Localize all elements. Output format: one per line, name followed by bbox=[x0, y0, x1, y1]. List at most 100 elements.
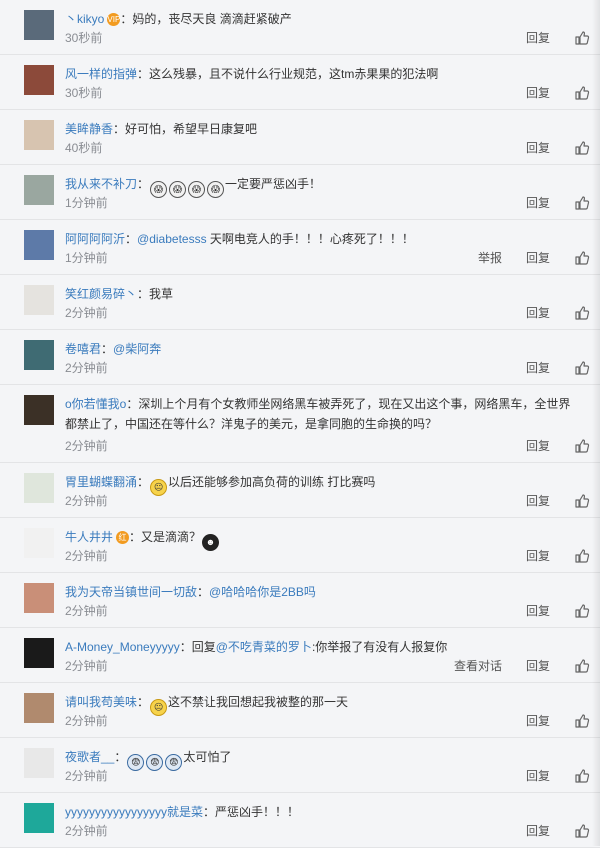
separator: ： bbox=[137, 475, 150, 489]
username-link[interactable]: 牛人井井 bbox=[65, 530, 113, 544]
avatar[interactable] bbox=[24, 803, 54, 833]
avatar[interactable] bbox=[24, 120, 54, 150]
username-link[interactable]: 风一样的指弹 bbox=[65, 67, 137, 81]
username-link[interactable]: 美眸静香 bbox=[65, 122, 113, 136]
thumbs-up-icon[interactable] bbox=[574, 548, 590, 564]
separator: ： bbox=[137, 695, 150, 709]
thumbs-up-icon[interactable] bbox=[574, 360, 590, 376]
comment-item: 我为天帝当镇世间一切敌：@哈哈哈你是2BB吗 2分钟前 回复 bbox=[0, 573, 600, 628]
thumbs-up-icon[interactable] bbox=[574, 438, 590, 454]
comment-item: 阿阿阿阿沂：@diabetesss 天啊电竞人的手！！！心疼死了！！！ 1分钟前 举… bbox=[0, 220, 600, 275]
comment-body: 严惩凶手！！！ bbox=[215, 805, 300, 819]
comment-text: 美眸静香：好可怕，希望早日康复吧 bbox=[65, 119, 580, 139]
mention-link[interactable]: @柴阿奔 bbox=[113, 342, 161, 356]
username-link[interactable]: 我为天帝当镇世间一切敌 bbox=[65, 585, 197, 599]
timestamp: 1分钟前 bbox=[65, 196, 108, 210]
comment-item: 丶kikyo VIP：妈的，丧尽天良 滴滴赶紧破产 30秒前 回复 bbox=[0, 0, 600, 55]
username-link[interactable]: 丶kikyo bbox=[65, 12, 104, 26]
comment-body: 我草 bbox=[149, 287, 174, 301]
thumbs-up-icon[interactable] bbox=[574, 713, 590, 729]
username-link[interactable]: yyyyyyyyyyyyyyyyy就是菜 bbox=[65, 805, 203, 819]
comment-body: :你举报了有没有人报复你 bbox=[311, 640, 448, 654]
thumbs-up-icon[interactable] bbox=[574, 30, 590, 46]
mention-link[interactable]: @不吃青菜的罗卜 bbox=[216, 640, 312, 654]
avatar[interactable] bbox=[24, 230, 54, 260]
username-link[interactable]: A-Money_Moneyyyyy bbox=[65, 640, 180, 654]
avatar[interactable] bbox=[24, 285, 54, 315]
thumbs-up-icon[interactable] bbox=[574, 140, 590, 156]
username-link[interactable]: 胃里蝴蝶翻涌 bbox=[65, 475, 137, 489]
comment-item: 夜歌者__： 😨 😨 😨 太可怕了 2分钟前 回复 bbox=[0, 738, 600, 793]
thumbs-up-icon[interactable] bbox=[574, 195, 590, 211]
thumbs-up-icon[interactable] bbox=[574, 85, 590, 101]
comment-body: 天啊电竞人的手！！！心疼死了！！！ bbox=[206, 232, 414, 246]
avatar[interactable] bbox=[24, 65, 54, 95]
username-link[interactable]: 笑红颜易碎丶 bbox=[65, 287, 137, 301]
reply-button[interactable]: 回复 bbox=[526, 657, 550, 674]
username-link[interactable]: 我从来不补刀 bbox=[65, 177, 137, 191]
comment-list: 丶kikyo VIP：妈的，丧尽天良 滴滴赶紧破产 30秒前 回复风一样的指弹：这么残… bbox=[0, 0, 600, 848]
thumbs-up-icon[interactable] bbox=[574, 603, 590, 619]
avatar[interactable] bbox=[24, 10, 54, 40]
comment-actions: 回复 bbox=[502, 437, 590, 454]
reply-button[interactable]: 回复 bbox=[526, 139, 550, 156]
timestamp: 2分钟前 bbox=[65, 824, 108, 838]
comment-text: A-Money_Moneyyyyy：回复@不吃青菜的罗卜:你举报了有没有人报复你 bbox=[65, 637, 580, 657]
reply-button[interactable]: 回复 bbox=[526, 29, 550, 46]
thumbs-up-icon[interactable] bbox=[574, 658, 590, 674]
username-link[interactable]: 阿阿阿阿沂 bbox=[65, 232, 125, 246]
reply-button[interactable]: 回复 bbox=[526, 822, 550, 839]
report-button[interactable]: 举报 bbox=[478, 249, 502, 266]
reply-button[interactable]: 回复 bbox=[526, 767, 550, 784]
avatar[interactable] bbox=[24, 583, 54, 613]
avatar[interactable] bbox=[24, 748, 54, 778]
reply-button[interactable]: 回复 bbox=[526, 602, 550, 619]
timestamp: 2分钟前 bbox=[65, 306, 108, 320]
reply-button[interactable]: 回复 bbox=[526, 437, 550, 454]
mention-link[interactable]: @diabetesss bbox=[137, 232, 207, 246]
thumbs-up-icon[interactable] bbox=[574, 493, 590, 509]
separator: ： bbox=[179, 640, 192, 654]
username-link[interactable]: 夜歌者__ bbox=[65, 750, 114, 764]
comment-body: 深圳上个月有个女教师坐网络黑车被弄死了，现在又出这个事，网络黑车，全世界都禁止了… bbox=[65, 397, 571, 431]
avatar[interactable] bbox=[24, 473, 54, 503]
view-conversation-button[interactable]: 查看对话 bbox=[454, 657, 502, 674]
reply-button[interactable]: 回复 bbox=[526, 712, 550, 729]
thumbs-up-icon[interactable] bbox=[574, 823, 590, 839]
reply-button[interactable]: 回复 bbox=[526, 359, 550, 376]
separator: ： bbox=[125, 232, 138, 246]
timestamp: 2分钟前 bbox=[65, 439, 108, 453]
mention-link[interactable]: @哈哈哈你是2BB吗 bbox=[209, 585, 316, 599]
avatar[interactable] bbox=[24, 528, 54, 558]
thumbs-up-icon[interactable] bbox=[574, 305, 590, 321]
avatar[interactable] bbox=[24, 175, 54, 205]
comment-actions: 回复 bbox=[502, 492, 590, 509]
comment-actions: 回复 bbox=[502, 712, 590, 729]
comment-item: 我从来不补刀： 😱 😱 😱 😱 一定要严惩凶手！ 1分钟前 回复 bbox=[0, 165, 600, 220]
separator: ： bbox=[137, 287, 150, 301]
blue-emoji-icon: 😨 bbox=[165, 754, 183, 771]
comment-item: 请叫我苟美味： 😐 这不禁让我回想起我被整的那一天 2分钟前 回复 bbox=[0, 683, 600, 738]
comment-body: 回复 bbox=[191, 640, 216, 654]
username-link[interactable]: 卷嘻君 bbox=[65, 342, 101, 356]
separator: ： bbox=[197, 585, 210, 599]
thumbs-up-icon[interactable] bbox=[574, 250, 590, 266]
separator: ： bbox=[129, 530, 142, 544]
comment-body: 好可怕，希望早日康复吧 bbox=[125, 122, 258, 136]
avatar[interactable] bbox=[24, 638, 54, 668]
reply-button[interactable]: 回复 bbox=[526, 547, 550, 564]
reply-button[interactable]: 回复 bbox=[526, 84, 550, 101]
username-link[interactable]: o你若懂我o bbox=[65, 397, 126, 411]
thumbs-up-icon[interactable] bbox=[574, 768, 590, 784]
separator: ： bbox=[137, 67, 150, 81]
reply-button[interactable]: 回复 bbox=[526, 304, 550, 321]
reply-button[interactable]: 回复 bbox=[526, 249, 550, 266]
username-link[interactable]: 请叫我苟美味 bbox=[65, 695, 137, 709]
reply-button[interactable]: 回复 bbox=[526, 492, 550, 509]
comment-text: 风一样的指弹：这么残暴，且不说什么行业规范，这tm赤果果的犯法啊 bbox=[65, 64, 580, 84]
avatar[interactable] bbox=[24, 395, 54, 425]
comment-body: 又是滴滴？ bbox=[141, 530, 202, 544]
avatar[interactable] bbox=[24, 693, 54, 723]
avatar[interactable] bbox=[24, 340, 54, 370]
reply-button[interactable]: 回复 bbox=[526, 194, 550, 211]
